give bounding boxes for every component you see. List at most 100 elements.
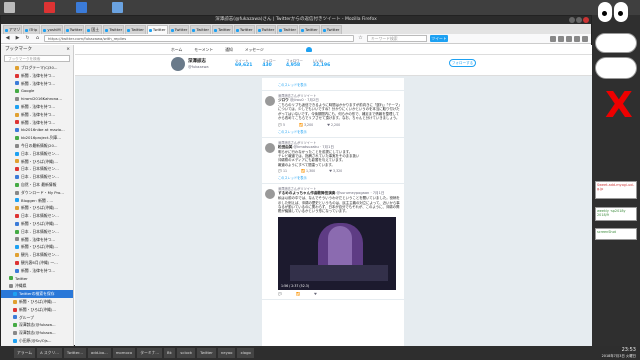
bookmark-item[interactable]: kb2016nibe at mazio... (1, 126, 73, 134)
show-thread-link[interactable]: このスレッドを表示 (278, 129, 401, 134)
bookmark-item[interactable]: 新聞 - 法律を持つ... (1, 80, 73, 88)
taskbar-clock[interactable]: 23:53 2018年7月3日 火曜日 (602, 347, 636, 358)
retweet-icon[interactable]: 🔁 1,300 (301, 169, 315, 173)
bookmark-item[interactable]: 小田原(@Sn/Ojs... (1, 337, 73, 345)
taskbar-item[interactable]: アラーム (14, 348, 36, 358)
twitter-nav-item[interactable]: モーメント (194, 47, 213, 53)
note-widget-1[interactable]: Sweet-add-myogi-uxi-g.jp (595, 181, 637, 199)
sidebar-icon[interactable] (566, 35, 572, 42)
bookmark-item[interactable]: ダウンロード・My Pro... (1, 189, 73, 197)
menu-icon[interactable] (582, 35, 588, 42)
bookmark-item[interactable]: 今日の最新情報(20... (1, 142, 73, 150)
tab-3[interactable]: Twitter (63, 25, 85, 34)
profile-stat[interactable]: ツイート 69,621 (235, 58, 252, 68)
twitter-bird-icon[interactable] (305, 47, 312, 52)
tweet-avatar[interactable] (265, 96, 275, 106)
tab-11[interactable]: Twitter (233, 25, 255, 34)
reply-icon[interactable]: 💬 (278, 292, 282, 296)
tab-1[interactable]: ITrip (23, 25, 41, 34)
desktop-icon-3[interactable] (76, 2, 87, 13)
bookmark-item[interactable]: 新聞 - 法律を持つ... (1, 267, 73, 275)
bookmark-item[interactable]: Google (1, 87, 73, 95)
bookmark-star-icon[interactable]: ☆ (357, 35, 364, 42)
tab-2[interactable]: yoshiM (41, 25, 63, 34)
tweet[interactable]: 深澤諒志さんがリツイート ジロウ @jirou0 · 7月2日 こちらのリプも返信で… (262, 91, 404, 138)
bookmark-item[interactable]: 新聞・ひろば(沖縄)... (1, 306, 73, 314)
desktop-icon-4[interactable] (112, 2, 123, 13)
bookmark-item[interactable]: 日本 - 日本情報セン... (1, 150, 73, 158)
home-icon[interactable]: ⌂ (34, 35, 41, 42)
sidebar-title[interactable]: ブックマーク (5, 45, 32, 54)
bookmark-item[interactable]: Twitterの検索を保存 (1, 290, 73, 298)
bookmark-item[interactable]: 新聞 - 法律を持つ... (1, 72, 73, 80)
taskbar-item[interactable]: sclock (177, 348, 196, 358)
taskbar-item[interactable]: Twitter... (63, 348, 86, 358)
bookmark-item[interactable]: 日本 - 日本情報セン... (1, 228, 73, 236)
taskbar-item[interactable]: A スクリ... (37, 348, 62, 358)
forward-icon[interactable]: ▶ (14, 35, 21, 42)
bookmark-item[interactable]: 観光 - 日本情報セン... (1, 251, 73, 259)
twitter-nav-item[interactable]: 通知 (225, 47, 233, 53)
download-icon[interactable] (550, 35, 556, 42)
twitter-nav-item[interactable]: ホーム (171, 47, 182, 53)
like-icon[interactable]: ♥ 3,320 (329, 169, 342, 173)
tab-5[interactable]: Twitter (103, 25, 125, 34)
minimize-button[interactable] (569, 17, 575, 23)
taskbar-item[interactable]: neyoo (217, 348, 236, 358)
tab-0[interactable]: アマゾ (3, 25, 23, 34)
retweet-icon[interactable]: 🔁 (296, 292, 300, 296)
taskbar-item[interactable]: ターミナ... (137, 348, 162, 358)
bookmark-item[interactable]: 深澤諒志(@fukaza... (1, 321, 73, 329)
close-button[interactable] (583, 17, 589, 23)
profile-stat[interactable]: いいね 32,196 (313, 58, 330, 68)
tweet-avatar[interactable] (265, 189, 275, 200)
tab-9[interactable]: Twitter (190, 25, 212, 34)
url-bar[interactable]: https://twitter.com/fukazawa/with_replie… (44, 35, 354, 42)
tweet-button[interactable]: ツイート (430, 35, 448, 42)
bookmark-item[interactable]: Twitter (1, 275, 73, 283)
taskbar-item[interactable]: xlogo (237, 348, 254, 358)
desktop-icon-2[interactable] (44, 2, 55, 13)
tab-13[interactable]: Twitter (277, 25, 299, 34)
bookmark-item[interactable]: 新聞・ひろば(沖縄)... (1, 158, 73, 166)
library-icon[interactable] (558, 35, 564, 42)
profile-stat[interactable]: フォロワー 4,958 (286, 58, 303, 68)
tweet-author[interactable]: するめのよっちゃん作曲歌舞伎演奏 (278, 191, 335, 195)
follow-button[interactable]: フォローする (449, 59, 476, 67)
like-icon[interactable]: ♥ (314, 292, 317, 296)
tweet[interactable]: 深澤諒志さんがリツイート 松田由美 @kmatsuzaku · 7月1日 明らかに行… (262, 138, 404, 185)
bookmark-item[interactable]: グループ (1, 314, 73, 322)
taskbar-item[interactable]: Bt: (164, 348, 176, 358)
tab-14[interactable]: Twitter (299, 25, 320, 34)
tab-6[interactable]: Twitter (125, 25, 146, 34)
note-widget-2[interactable]: weekly ·sp2018y 2018/9 (595, 207, 637, 221)
bookmark-item[interactable]: 新聞 - 法律を持つ... (1, 236, 73, 244)
tab-10[interactable]: Twitter (212, 25, 233, 34)
search-input[interactable]: キーワード検索 (367, 35, 427, 42)
tweet-video[interactable]: 1:56 / 2:37 (52.3) (278, 216, 396, 290)
tweet[interactable]: このスレッドを表示 (262, 78, 404, 91)
profile-stat[interactable]: フォロー 430 (262, 58, 276, 68)
bookmark-item[interactable]: 新聞 - 法律を持つ... (1, 103, 73, 111)
tweet-author[interactable]: 松田由美 (278, 145, 292, 149)
bookmark-item[interactable]: 新聞 - 法律を持つ... (1, 111, 73, 119)
bookmark-item[interactable]: 日本 - 日本情報セン... (1, 173, 73, 181)
bookmark-item[interactable]: 新聞・ひろば(沖縄)... (1, 204, 73, 212)
retweet-icon[interactable]: 🔁 3,200 (299, 123, 313, 127)
reply-icon[interactable]: 💬 11 (278, 169, 287, 173)
bookmark-item[interactable]: 新聞 - 法律を持つ... (1, 119, 73, 127)
bookmark-item[interactable]: hiromi2016Kahrona... (1, 95, 73, 103)
bookmark-search-input[interactable]: ブックマークを検索 (4, 55, 70, 62)
reload-icon[interactable]: ↻ (24, 35, 31, 42)
reply-icon[interactable]: 💬 5 (278, 123, 285, 127)
tab-4[interactable]: 国土 (85, 25, 103, 34)
bookmark-item[interactable]: 自然・日本 最新情報 (1, 181, 73, 189)
bookmark-item[interactable]: ブログテーマ(CJ30... (1, 64, 73, 72)
twitter-nav-item[interactable]: メッセージ (245, 47, 264, 53)
tweet-avatar[interactable] (265, 142, 275, 153)
profile-name[interactable]: 深澤諒志 (188, 58, 206, 64)
bookmark-item[interactable]: 新聞・ひろば(沖縄)... (1, 298, 73, 306)
bookmark-item[interactable]: kb2016project-列車... (1, 134, 73, 142)
bookmark-item[interactable]: 日本 - 日本情報セン... (1, 212, 73, 220)
bookmark-item[interactable]: 深澤諒志(@fukaza... (1, 329, 73, 337)
